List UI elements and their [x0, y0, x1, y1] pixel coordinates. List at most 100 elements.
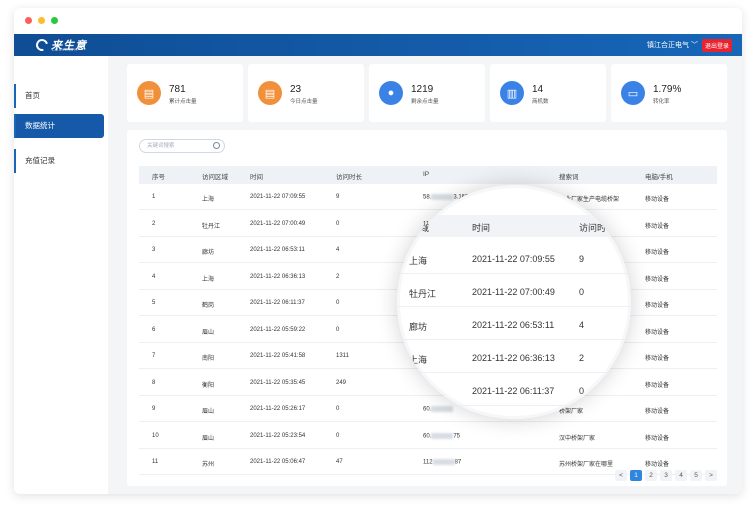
- page-button[interactable]: 2: [645, 470, 657, 481]
- device-cell: 移动设备: [645, 382, 670, 389]
- table-cell: 2: [336, 273, 340, 280]
- table-cell: 4: [152, 273, 156, 280]
- logout-button[interactable]: 退出登录: [701, 39, 732, 52]
- magnifier-row: 上海 2021-11-22 07:09:55 9: [397, 241, 631, 274]
- sidebar-item-statistics[interactable]: 数据统计: [14, 114, 104, 138]
- device-cell: 移动设备: [645, 303, 670, 309]
- device-cell: 移动设备: [645, 223, 670, 230]
- magnifier-cell: 0: [579, 287, 585, 297]
- pagination: <1 2 3 4 5 >: [615, 470, 717, 481]
- column-header: 时间: [250, 174, 263, 181]
- ip-prefix: 60.: [423, 433, 432, 440]
- device-cell: 移动设备: [645, 435, 670, 442]
- stat-value: 23: [290, 84, 302, 95]
- page-button[interactable]: 4: [675, 470, 687, 481]
- table-cell: 8: [152, 379, 156, 386]
- table-cell: 南阳: [202, 356, 215, 362]
- table-cell: 衡阳: [202, 382, 215, 389]
- table-cell: 0: [336, 300, 340, 306]
- stat-card: ▭ 1.79% 转化率: [611, 64, 727, 122]
- ip-mask: [431, 194, 454, 200]
- sidebar: 首页 数据统计 充值记录: [14, 56, 108, 494]
- sidebar-item-home[interactable]: 首页: [14, 84, 104, 108]
- sidebar-item-recharge[interactable]: 充值记录: [14, 149, 104, 173]
- stat-label: 累计点击量: [169, 99, 197, 105]
- logo-icon: [33, 36, 51, 54]
- table-cell: 9: [336, 194, 340, 200]
- ip-cell: 60. 75: [423, 432, 460, 440]
- ip-mask: [431, 406, 454, 412]
- column-header: IP: [423, 171, 430, 178]
- table-cell: 47: [336, 459, 343, 465]
- magnifier-cell: 2: [579, 353, 585, 363]
- company-dropdown[interactable]: 镇江合正电气 ﹀: [647, 40, 698, 50]
- table-cell: 9: [152, 406, 156, 412]
- table-cell: 2021-11-22 07:00:49: [250, 220, 306, 227]
- table-cell: 眉山: [202, 435, 215, 442]
- maximize-window-icon[interactable]: [51, 17, 58, 24]
- table-cell: 1311: [336, 353, 349, 359]
- table-cell: 2021-11-22 05:23:54: [250, 432, 306, 439]
- stat-card: ▤ 781 累计点击量: [127, 64, 243, 122]
- stat-value: 1219: [411, 84, 434, 95]
- table-cell: 2021-11-22 07:09:55: [250, 194, 306, 200]
- table-cell: 廊坊: [202, 250, 215, 256]
- table-row[interactable]: 10 眉山 2021-11-22 05:23:54 0 60. 75 汉中桥架厂家 移动设备: [139, 423, 717, 449]
- page-button[interactable]: 3: [660, 470, 672, 481]
- stat-card: ▤ 23 今日点击量: [248, 64, 364, 122]
- search-input[interactable]: 关键词搜索: [139, 139, 225, 153]
- prev-page-button[interactable]: <: [615, 470, 627, 481]
- keyword-cell: 汉中桥架厂家: [559, 435, 596, 442]
- table-row[interactable]: 1上海2021-11-22 07:09:55958.3.162专业厂家生产电缆桥…: [139, 184, 717, 210]
- top-header: 来生意 LAISHENGYI 镇江合正电气 ﹀ 退出登录: [14, 34, 742, 56]
- minimize-window-icon[interactable]: [38, 17, 45, 24]
- magnifier-column-header: 访问时: [579, 223, 607, 233]
- table-cell: 鹤岗: [202, 303, 215, 309]
- book-icon: ▥: [500, 81, 524, 105]
- app-window: 来生意 LAISHENGYI 镇江合正电气 ﹀ 退出登录 首页 数据统计 充值记…: [14, 8, 742, 494]
- table-cell: 2021-11-22 05:26:17: [250, 406, 306, 412]
- table-cell: 2021-11-22 06:53:11: [250, 247, 305, 253]
- table-cell: 上海: [202, 197, 215, 203]
- stat-value: 14: [532, 84, 544, 95]
- magnifier-cell: 廊坊: [409, 322, 428, 332]
- user-icon: ●: [379, 81, 403, 105]
- magnifier-cell: 牡丹江: [409, 289, 437, 299]
- table-cell: 0: [336, 432, 340, 439]
- device-cell: 移动设备: [645, 462, 670, 468]
- device-cell: 移动设备: [645, 329, 670, 336]
- table-cell: 2021-11-22 06:36:13: [250, 273, 306, 280]
- magnifier-row: 2021-11-22 06:11:37 0: [397, 373, 631, 406]
- page-button[interactable]: 1: [630, 470, 642, 481]
- column-header: 搜索词: [559, 174, 579, 181]
- search-icon[interactable]: [213, 142, 220, 149]
- document-icon: ▤: [137, 81, 161, 105]
- stat-value: 1.79%: [653, 84, 682, 95]
- device-cell: 移动设备: [645, 197, 670, 203]
- table-cell: 7: [152, 353, 156, 359]
- next-page-button[interactable]: >: [705, 470, 717, 481]
- magnifier-cell: 2021-11-22 06:53:11: [472, 320, 555, 330]
- column-header: 访问时长: [336, 174, 362, 181]
- close-window-icon[interactable]: [25, 17, 32, 24]
- title-bar: [14, 8, 742, 34]
- magnifier-cell: 0: [579, 386, 585, 396]
- magnifier-cell: 4: [579, 320, 585, 330]
- stat-label: 今日点击量: [290, 99, 318, 105]
- stat-value: 781: [169, 84, 186, 95]
- page-button[interactable]: 5: [690, 470, 702, 481]
- magnifier-column-header: 访问区域: [397, 223, 430, 233]
- ip-prefix: 60.: [423, 406, 432, 413]
- ip-prefix: 112: [423, 459, 433, 466]
- stat-card: ● 1219 剩余点击量: [369, 64, 485, 122]
- table-cell: 2021-11-22 05:41:58: [250, 353, 306, 359]
- ip-cell: 60.: [423, 406, 454, 413]
- document-icon: ▤: [258, 81, 282, 105]
- magnifier-cell: 上海: [409, 256, 428, 266]
- table-cell: 2021-11-22 05:59:22: [250, 326, 306, 333]
- table-cell: 苏州: [202, 462, 215, 468]
- keyword-cell: 苏州桥架厂家在哪里: [559, 462, 614, 468]
- search-placeholder: 关键词搜索: [147, 143, 175, 149]
- table-cell: 10: [152, 432, 159, 439]
- table-cell: 5: [152, 300, 156, 306]
